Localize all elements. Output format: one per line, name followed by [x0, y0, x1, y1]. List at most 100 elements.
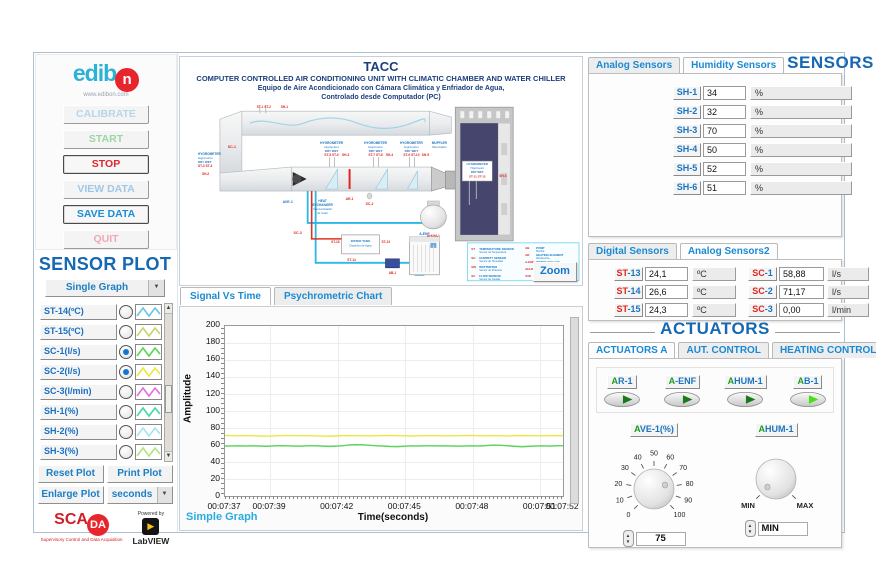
tab-analog-sensors[interactable]: Analog Sensors — [588, 57, 680, 73]
sensor-label: SC-3(l/min) — [40, 384, 117, 400]
toggle-ar1[interactable] — [603, 391, 641, 408]
sensor-value-row: ST-14 26,6 ºC SC-2 71,17 l/s — [614, 285, 841, 298]
waveform-icon[interactable] — [135, 364, 162, 380]
label-ar1: AR-1 — [346, 197, 354, 201]
sensor-list-scrollbar[interactable]: ▲ ▼ — [164, 303, 173, 462]
sensor-id: SH-3 — [673, 124, 701, 138]
label-ave1: AVE-1 — [283, 200, 293, 204]
sensor-id: SC-2 — [748, 285, 777, 299]
sensor-radio[interactable] — [119, 325, 133, 339]
svg-text:DRY WET: DRY WET — [471, 170, 484, 174]
chart-scrollbar[interactable] — [570, 317, 579, 504]
svg-text:50: 50 — [650, 450, 658, 457]
stop-button[interactable]: STOP — [63, 155, 149, 174]
view-data-button[interactable]: VIEW DATA — [63, 180, 149, 199]
spinner-arrows[interactable]: ▲▼ — [623, 530, 634, 547]
sensor-radio[interactable] — [119, 385, 133, 399]
edibon-logo-text: edibn — [36, 60, 176, 92]
chart-panel: Amplitude 200180160140120100806040200 00… — [179, 306, 583, 531]
sensor-label: SH-2(%) — [40, 424, 117, 440]
sensor-label: SC-1(l/s) — [40, 344, 117, 360]
toggle-group-ab1: AB-1 — [789, 371, 827, 408]
sensor-radio[interactable] — [119, 365, 133, 379]
toggle-ahum1[interactable] — [726, 391, 764, 408]
waveform-icon[interactable] — [135, 424, 162, 440]
spinner-arrows[interactable]: ▲▼ — [745, 520, 756, 537]
print-plot-button[interactable]: Print Plot — [107, 465, 173, 483]
dropdown-arrow-icon[interactable]: ▼ — [157, 487, 172, 503]
tab-psychrometric-chart[interactable]: Psychrometric Chart — [274, 287, 392, 305]
scroll-up-icon[interactable]: ▲ — [165, 304, 172, 314]
fan-speed-knob[interactable]: 0 10 20 30 40 50 60 70 80 90 100 — [599, 437, 709, 529]
sensor-radio[interactable] — [119, 305, 133, 319]
scada-logo: SCADA Supervisory Control and Data Acqui… — [41, 511, 123, 542]
actuators-tabs: ACTUATORS A AUT. CONTROL HEATING CONTROL — [588, 340, 842, 358]
svg-text:Sensor de Humedad: Sensor de Humedad — [479, 259, 503, 263]
sensor-row: SH-2(%) — [40, 423, 162, 440]
waveform-icon[interactable] — [135, 404, 162, 420]
tab-humidity-sensors[interactable]: Humidity Sensors — [683, 57, 784, 73]
waveform-icon[interactable] — [135, 344, 162, 360]
waveform-icon[interactable] — [135, 324, 162, 340]
svg-text:100: 100 — [674, 512, 686, 519]
toggle-aenf[interactable] — [663, 391, 701, 408]
waveform-icon[interactable] — [135, 304, 162, 320]
scroll-down-icon[interactable]: ▼ — [165, 451, 172, 461]
sensor-value: 51 — [703, 181, 746, 195]
graph-mode-dropdown[interactable]: Single Graph ▼ — [45, 279, 165, 297]
svg-text:TEMPERATURE SENSOR: TEMPERATURE SENSOR — [479, 247, 515, 251]
scada-screen: { "colors":{"heading_blue":"#1668b3","ta… — [0, 0, 876, 584]
enlarge-plot-button[interactable]: Enlarge Plot — [38, 486, 104, 504]
powered-by-label: Powered by — [132, 511, 169, 517]
sensor-radio[interactable] — [119, 345, 133, 359]
tab-actuators-a[interactable]: ACTUATORS A — [588, 342, 675, 358]
calibrate-button[interactable]: CALIBRATE — [63, 105, 149, 124]
hygro-sh-top: SH-1 — [281, 105, 288, 109]
sensor-id: SH-2 — [673, 105, 701, 119]
scada-logo-disc: DA — [87, 514, 109, 536]
sensor-row: SH-3(%) — [40, 443, 162, 460]
scrollbar-thumb[interactable] — [165, 385, 172, 413]
x-tick-label: 00:07:48 — [455, 501, 488, 511]
tab-aut-control[interactable]: AUT. CONTROL — [678, 342, 768, 358]
tab-signal-vs-time[interactable]: Signal Vs Time — [180, 287, 271, 305]
series-plot — [225, 326, 563, 496]
tab-heating-control[interactable]: HEATING CONTROL — [772, 342, 876, 358]
reset-plot-button[interactable]: Reset Plot — [38, 465, 104, 483]
humidifier-knob-block: AHUM-1 MIN MAX — [717, 419, 835, 547]
quit-button[interactable]: QUIT — [63, 230, 149, 249]
sensor-unit: l/min — [827, 303, 869, 317]
toggle-ab1[interactable] — [789, 391, 827, 408]
save-data-button[interactable]: SAVE DATA — [63, 205, 149, 224]
dropdown-arrow-icon[interactable]: ▼ — [148, 280, 164, 296]
sensor-radio[interactable] — [119, 405, 133, 419]
sensor-value: 70 — [703, 124, 746, 138]
x-tick-label: 00:07:42 — [320, 501, 353, 511]
y-tick-label: 180 — [196, 337, 220, 346]
plot-area[interactable] — [224, 325, 564, 497]
humidifier-knob[interactable]: MIN MAX — [721, 445, 831, 515]
start-button[interactable]: START — [63, 130, 149, 149]
zoom-button[interactable]: Zoom — [533, 262, 577, 282]
tab-digital-sensors[interactable]: Digital Sensors — [588, 243, 677, 259]
process-diagram: ST-1 ST-2 SH-1 SC-1 HYGROMETER Higrómetr… — [180, 103, 582, 283]
sensor-id: ST-14 — [614, 285, 643, 299]
sensor-value-row: SH-4 50 % — [673, 143, 841, 157]
sensor-value: 26,6 — [645, 285, 688, 299]
tab-analog-sensors2[interactable]: Analog Sensors2 — [680, 243, 778, 259]
sensor-unit: % — [750, 86, 852, 100]
svg-text:Silenciador: Silenciador — [432, 145, 447, 149]
edibon-logo-dot: n — [115, 68, 139, 92]
waveform-icon[interactable] — [135, 384, 162, 400]
sensor-radio[interactable] — [119, 445, 133, 459]
fan-speed-value[interactable]: 75 — [636, 532, 686, 546]
time-unit-dropdown[interactable]: seconds ▼ — [107, 486, 173, 504]
svg-text:de Calor: de Calor — [317, 211, 328, 215]
sensor-radio[interactable] — [119, 425, 133, 439]
svg-text:Sensor de Temperatura: Sensor de Temperatura — [479, 250, 506, 254]
waveform-icon[interactable] — [135, 444, 162, 460]
scrollbar-track[interactable] — [165, 314, 172, 451]
svg-text:ST-9 ST-10: ST-9 ST-10 — [403, 153, 419, 157]
humidifier-value[interactable]: MIN — [758, 522, 808, 536]
svg-text:60: 60 — [666, 454, 674, 461]
